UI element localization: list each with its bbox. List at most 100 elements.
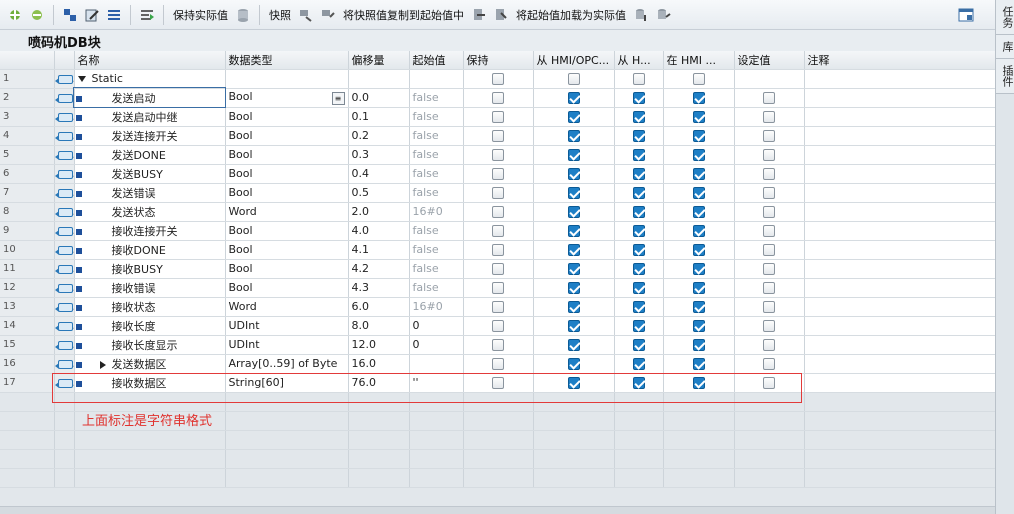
in-hmi-checkbox[interactable] <box>692 149 705 161</box>
hmi-opc-checkbox[interactable] <box>567 92 580 104</box>
setpoint-checkbox[interactable] <box>763 149 775 161</box>
datatype-cell[interactable]: Bool <box>225 278 349 298</box>
start-cell[interactable]: false <box>409 221 464 241</box>
start-cell[interactable]: '' <box>409 373 464 393</box>
table-row[interactable]: 10 接收DONE Bool 4.1 false <box>0 240 995 260</box>
comment-cell[interactable] <box>804 107 995 127</box>
retain-checkbox[interactable] <box>492 187 504 199</box>
start-cell[interactable]: 0 <box>409 335 464 355</box>
table-row[interactable]: 15 接收长度显示 UDInt 12.0 0 <box>0 335 995 355</box>
side-tab-tasks[interactable]: 任务 <box>996 0 1014 35</box>
setpoint-checkbox[interactable] <box>763 206 775 218</box>
name-cell[interactable]: 接收DONE <box>74 240 226 260</box>
datatype-cell[interactable]: Word <box>225 202 349 222</box>
in-hmi-checkbox[interactable] <box>692 320 705 332</box>
start-cell[interactable]: false <box>409 183 464 203</box>
side-tab-library[interactable]: 库 <box>996 35 1014 59</box>
in-hmi-checkbox[interactable] <box>692 187 705 199</box>
header-in-hmi[interactable]: 在 HMI ... <box>663 51 735 70</box>
in-hmi-checkbox[interactable] <box>692 244 705 256</box>
setpoint-checkbox[interactable] <box>763 301 775 313</box>
in-hmi-checkbox[interactable] <box>692 358 705 370</box>
comment-cell[interactable] <box>804 297 995 317</box>
start-cell[interactable]: 16#0 <box>409 202 464 222</box>
name-cell[interactable]: 发送数据区 <box>74 354 226 374</box>
comment-cell[interactable] <box>804 240 995 260</box>
header-setpoint[interactable]: 设定值 <box>734 51 805 70</box>
datatype-cell[interactable]: Bool <box>225 183 349 203</box>
setpoint-checkbox[interactable] <box>763 244 775 256</box>
start-cell[interactable] <box>409 354 464 374</box>
table-row[interactable]: 12 接收错误 Bool 4.3 false <box>0 278 995 298</box>
setpoint-checkbox[interactable] <box>763 111 775 123</box>
name-cell[interactable]: 接收BUSY <box>74 259 226 279</box>
in-hmi-checkbox[interactable] <box>692 92 705 104</box>
hmi-h-checkbox[interactable] <box>632 92 645 104</box>
hmi-h-checkbox[interactable] <box>632 206 645 218</box>
name-cell[interactable]: 接收长度 <box>74 316 226 336</box>
copy-start-icon[interactable] <box>470 6 488 24</box>
start-cell[interactable]: false <box>409 126 464 146</box>
header-comment[interactable]: 注释 <box>804 51 995 70</box>
name-cell[interactable]: 发送启动 <box>73 87 226 108</box>
in-hmi-checkbox[interactable] <box>692 225 705 237</box>
setpoint-checkbox[interactable] <box>763 263 775 275</box>
hmi-h-checkbox[interactable] <box>632 263 645 275</box>
horizontal-scrollbar[interactable] <box>0 506 995 514</box>
header-hmi-opc[interactable]: 从 HMI/OPC... <box>533 51 615 70</box>
setpoint-checkbox[interactable] <box>763 377 775 389</box>
hmi-h-checkbox[interactable] <box>632 130 645 142</box>
window-layout-icon[interactable] <box>957 6 975 24</box>
header-retain[interactable]: 保持 <box>463 51 534 70</box>
name-cell[interactable]: 发送DONE <box>74 145 226 165</box>
snapshot-button[interactable]: 快照 <box>265 7 295 23</box>
table-row[interactable]: 6 发送BUSY Bool 0.4 false <box>0 164 995 184</box>
name-cell[interactable]: 接收状态 <box>74 297 226 317</box>
start-cell[interactable]: false <box>409 278 464 298</box>
in-hmi-checkbox[interactable] <box>692 73 705 85</box>
start-cell[interactable]: false <box>409 164 464 184</box>
in-hmi-checkbox[interactable] <box>692 282 705 294</box>
hmi-h-checkbox[interactable] <box>632 377 645 389</box>
snapshot-load-icon[interactable] <box>319 6 337 24</box>
header-hmi-h[interactable]: 从 H... <box>614 51 664 70</box>
table-row[interactable]: 7 发送错误 Bool 0.5 false <box>0 183 995 203</box>
name-cell[interactable]: 接收数据区 <box>74 373 226 393</box>
hmi-opc-checkbox[interactable] <box>567 263 580 275</box>
start-cell[interactable]: false <box>409 145 464 165</box>
comment-cell[interactable] <box>804 88 995 108</box>
table-row-static[interactable]: 1 Static <box>0 69 995 89</box>
table-row[interactable]: 3 发送启动中继 Bool 0.1 false <box>0 107 995 127</box>
in-hmi-checkbox[interactable] <box>692 377 705 389</box>
in-hmi-checkbox[interactable] <box>692 111 705 123</box>
hmi-h-checkbox[interactable] <box>632 320 645 332</box>
datatype-cell[interactable]: UDInt <box>225 316 349 336</box>
hmi-h-checkbox[interactable] <box>632 282 645 294</box>
retain-checkbox[interactable] <box>492 377 504 389</box>
name-cell[interactable]: 接收长度显示 <box>74 335 226 355</box>
static-name-cell[interactable]: Static <box>74 69 226 89</box>
start-cell[interactable]: false <box>409 107 464 127</box>
hmi-opc-checkbox[interactable] <box>567 282 580 294</box>
retain-checkbox[interactable] <box>492 111 504 123</box>
hmi-h-checkbox[interactable] <box>632 225 645 237</box>
setpoint-checkbox[interactable] <box>763 282 775 294</box>
in-hmi-checkbox[interactable] <box>692 301 705 313</box>
comment-cell[interactable] <box>804 259 995 279</box>
hmi-opc-checkbox[interactable] <box>567 358 580 370</box>
expand-all-icon[interactable] <box>61 6 79 24</box>
datatype-cell[interactable]: Bool ≡ <box>225 88 349 108</box>
retain-checkbox[interactable] <box>492 206 504 218</box>
add-row-icon[interactable] <box>28 6 46 24</box>
hmi-opc-checkbox[interactable] <box>567 301 580 313</box>
table-row[interactable]: 14 接收长度 UDInt 8.0 0 <box>0 316 995 336</box>
hmi-h-checkbox[interactable] <box>632 244 645 256</box>
datatype-cell[interactable]: Bool <box>225 259 349 279</box>
name-cell[interactable]: 发送状态 <box>74 202 226 222</box>
name-cell[interactable]: 发送启动中继 <box>74 107 226 127</box>
hmi-opc-checkbox[interactable] <box>567 73 580 85</box>
hmi-opc-checkbox[interactable] <box>567 111 580 123</box>
snapshot-copy-icon[interactable] <box>297 6 315 24</box>
setpoint-checkbox[interactable] <box>763 168 775 180</box>
monitor-icon[interactable] <box>138 6 156 24</box>
